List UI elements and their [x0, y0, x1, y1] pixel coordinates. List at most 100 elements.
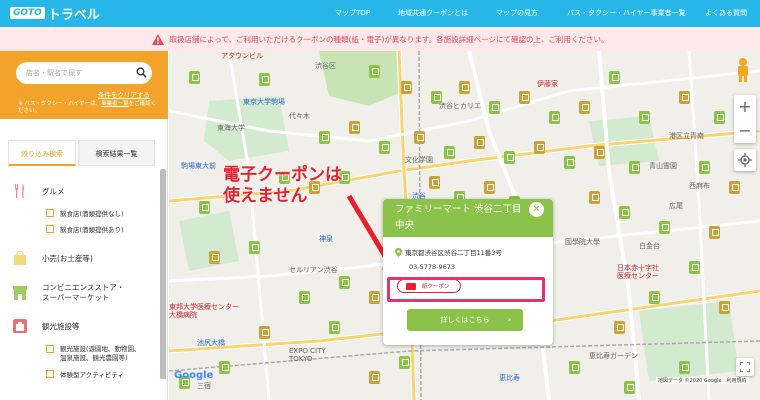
- pegman-icon[interactable]: [734, 57, 752, 83]
- map-marker[interactable]: [679, 91, 690, 104]
- map-marker[interactable]: [429, 176, 440, 189]
- fullscreen-button[interactable]: [736, 358, 754, 376]
- gourmet-sub-no-alcohol[interactable]: 飲食店(酒類提供なし): [46, 208, 124, 218]
- map-marker[interactable]: [649, 291, 660, 304]
- my-location-button[interactable]: [734, 149, 756, 171]
- map-marker[interactable]: [549, 111, 560, 124]
- map-label-building: アタウンビル: [221, 52, 263, 60]
- clear-conditions-link[interactable]: 条件をクリアする: [98, 89, 150, 99]
- annotation-text: 電子クーポンは 使えません: [223, 165, 342, 207]
- operator-list-link[interactable]: 事業者一覧: [101, 101, 129, 107]
- checkbox[interactable]: [46, 209, 54, 217]
- tourism-sub-activity[interactable]: 体験型アクティビティ: [46, 369, 124, 379]
- map-marker[interactable]: [209, 251, 220, 264]
- map-attribution[interactable]: 地図データ ©2020 Google 利用規約: [656, 377, 749, 384]
- map-label-nishiazabu: 西麻布: [689, 182, 710, 190]
- map-marker[interactable]: [609, 71, 620, 84]
- zoom-out-button[interactable]: −: [734, 119, 756, 143]
- map-marker[interactable]: [679, 361, 690, 374]
- map-marker[interactable]: [189, 71, 200, 84]
- map-marker[interactable]: [474, 136, 485, 149]
- map-marker[interactable]: [199, 201, 210, 214]
- map-marker[interactable]: [319, 131, 330, 144]
- close-icon[interactable]: ✕: [529, 202, 544, 217]
- map-marker[interactable]: [249, 241, 260, 254]
- map-marker[interactable]: [329, 321, 340, 334]
- map-marker[interactable]: [349, 121, 360, 134]
- map-marker[interactable]: [444, 146, 455, 159]
- map-marker[interactable]: [484, 181, 495, 194]
- tourism-sub-facilities[interactable]: 観光施設(遊園地、動物園、 温泉施設、観光農園等): [46, 345, 141, 363]
- map-marker[interactable]: [534, 141, 545, 154]
- map-marker[interactable]: [729, 181, 740, 194]
- map-marker[interactable]: [299, 291, 310, 304]
- map-marker[interactable]: [699, 161, 710, 174]
- checkbox[interactable]: [46, 225, 54, 233]
- nav-faq[interactable]: よくある質問: [705, 0, 747, 27]
- map-marker[interactable]: [489, 101, 500, 114]
- tab-filter-search[interactable]: 絞り込み検索: [8, 140, 76, 166]
- nav-bus-taxi[interactable]: バス・タクシー・ハイヤー事業者一覧: [567, 0, 686, 27]
- bus-note: ※ バス・タクシー・ハイヤーは、事業者一覧をご確認ください。: [18, 101, 158, 115]
- map-marker[interactable]: [709, 226, 720, 239]
- popup-title: ファミリーマート 渋谷二丁目中央: [383, 199, 553, 237]
- tourism-sub-facilities-label: 観光施設(遊園地、動物園、 温泉施設、観光農園等): [60, 345, 141, 362]
- map-label-nisseki: 日本赤十字社 医療センター: [617, 264, 659, 280]
- map-marker[interactable]: [589, 191, 600, 204]
- map-marker[interactable]: [459, 81, 470, 94]
- map-marker[interactable]: [369, 291, 380, 304]
- nav-how-to[interactable]: マップの見方: [496, 0, 538, 27]
- checkbox[interactable]: [46, 370, 54, 378]
- map-marker[interactable]: [569, 361, 580, 374]
- map-marker[interactable]: [219, 361, 230, 374]
- nav-map-top[interactable]: マップTOP: [335, 0, 370, 27]
- map-label-aoyama: 青山霊園: [649, 162, 677, 170]
- category-retail[interactable]: 小売(お土産等): [12, 250, 93, 266]
- map-marker[interactable]: [614, 321, 625, 334]
- map-marker[interactable]: [719, 301, 730, 314]
- detail-button[interactable]: 詳しくはこちら ›: [407, 309, 523, 331]
- category-tourism[interactable]: 観光施設等: [12, 318, 80, 334]
- map-marker[interactable]: [414, 131, 425, 144]
- map-marker[interactable]: [259, 73, 270, 86]
- category-convenience[interactable]: コンビニエンスストア・ スーパーマーケット: [12, 283, 124, 303]
- map-marker[interactable]: [659, 221, 670, 234]
- map-marker[interactable]: [639, 111, 650, 124]
- map-marker[interactable]: [504, 151, 515, 164]
- map-marker[interactable]: [624, 381, 635, 394]
- nav-about-coupon[interactable]: 地域共通クーポンとは: [398, 0, 468, 27]
- map-marker[interactable]: [714, 111, 725, 124]
- goto-travel-logo[interactable]: GOTO トラベル: [10, 4, 100, 23]
- map-marker[interactable]: [399, 356, 410, 369]
- map-marker[interactable]: [401, 81, 412, 94]
- notice-bar: 取扱店舗によって、ご利用いただけるクーポンの種類(紙・電子)が異なります。各施設…: [0, 27, 760, 51]
- map-marker[interactable]: [564, 156, 575, 169]
- map-label-toho: 東邦大学医療センター 大橋病院: [169, 303, 239, 319]
- tab-search-results[interactable]: 検索結果一覧: [78, 140, 155, 166]
- map-marker[interactable]: [579, 101, 590, 114]
- map-label-tokai: 東海大学: [217, 124, 245, 132]
- gourmet-sub-alcohol[interactable]: 飲食店(酒類提供あり): [46, 224, 124, 234]
- search-icon[interactable]: [136, 67, 147, 78]
- map-marker[interactable]: [259, 326, 270, 339]
- map-marker[interactable]: [379, 141, 390, 154]
- checkbox[interactable]: [46, 345, 54, 353]
- map-marker[interactable]: [594, 146, 605, 159]
- shopping-bag-icon: [12, 250, 28, 266]
- popup-tel[interactable]: 03-5778-9673: [409, 263, 455, 271]
- fork-knife-icon: [12, 183, 28, 199]
- map-marker[interactable]: [431, 91, 442, 104]
- sidebar-scrollbar[interactable]: [160, 169, 166, 379]
- map-marker[interactable]: [619, 206, 630, 219]
- map-marker[interactable]: [369, 65, 380, 78]
- map-marker[interactable]: [689, 261, 700, 274]
- search-input[interactable]: [16, 62, 152, 84]
- logo-text: トラベル: [47, 7, 100, 23]
- sidebar-tabs: 絞り込み検索 検索結果一覧: [8, 140, 155, 166]
- map-marker[interactable]: [369, 371, 380, 384]
- map-marker[interactable]: [629, 161, 640, 174]
- map-marker[interactable]: [519, 91, 530, 104]
- category-gourmet[interactable]: グルメ: [12, 183, 65, 199]
- zoom-in-button[interactable]: +: [734, 95, 756, 119]
- gourmet-sub-alcohol-label: 飲食店(酒類提供あり): [60, 226, 124, 234]
